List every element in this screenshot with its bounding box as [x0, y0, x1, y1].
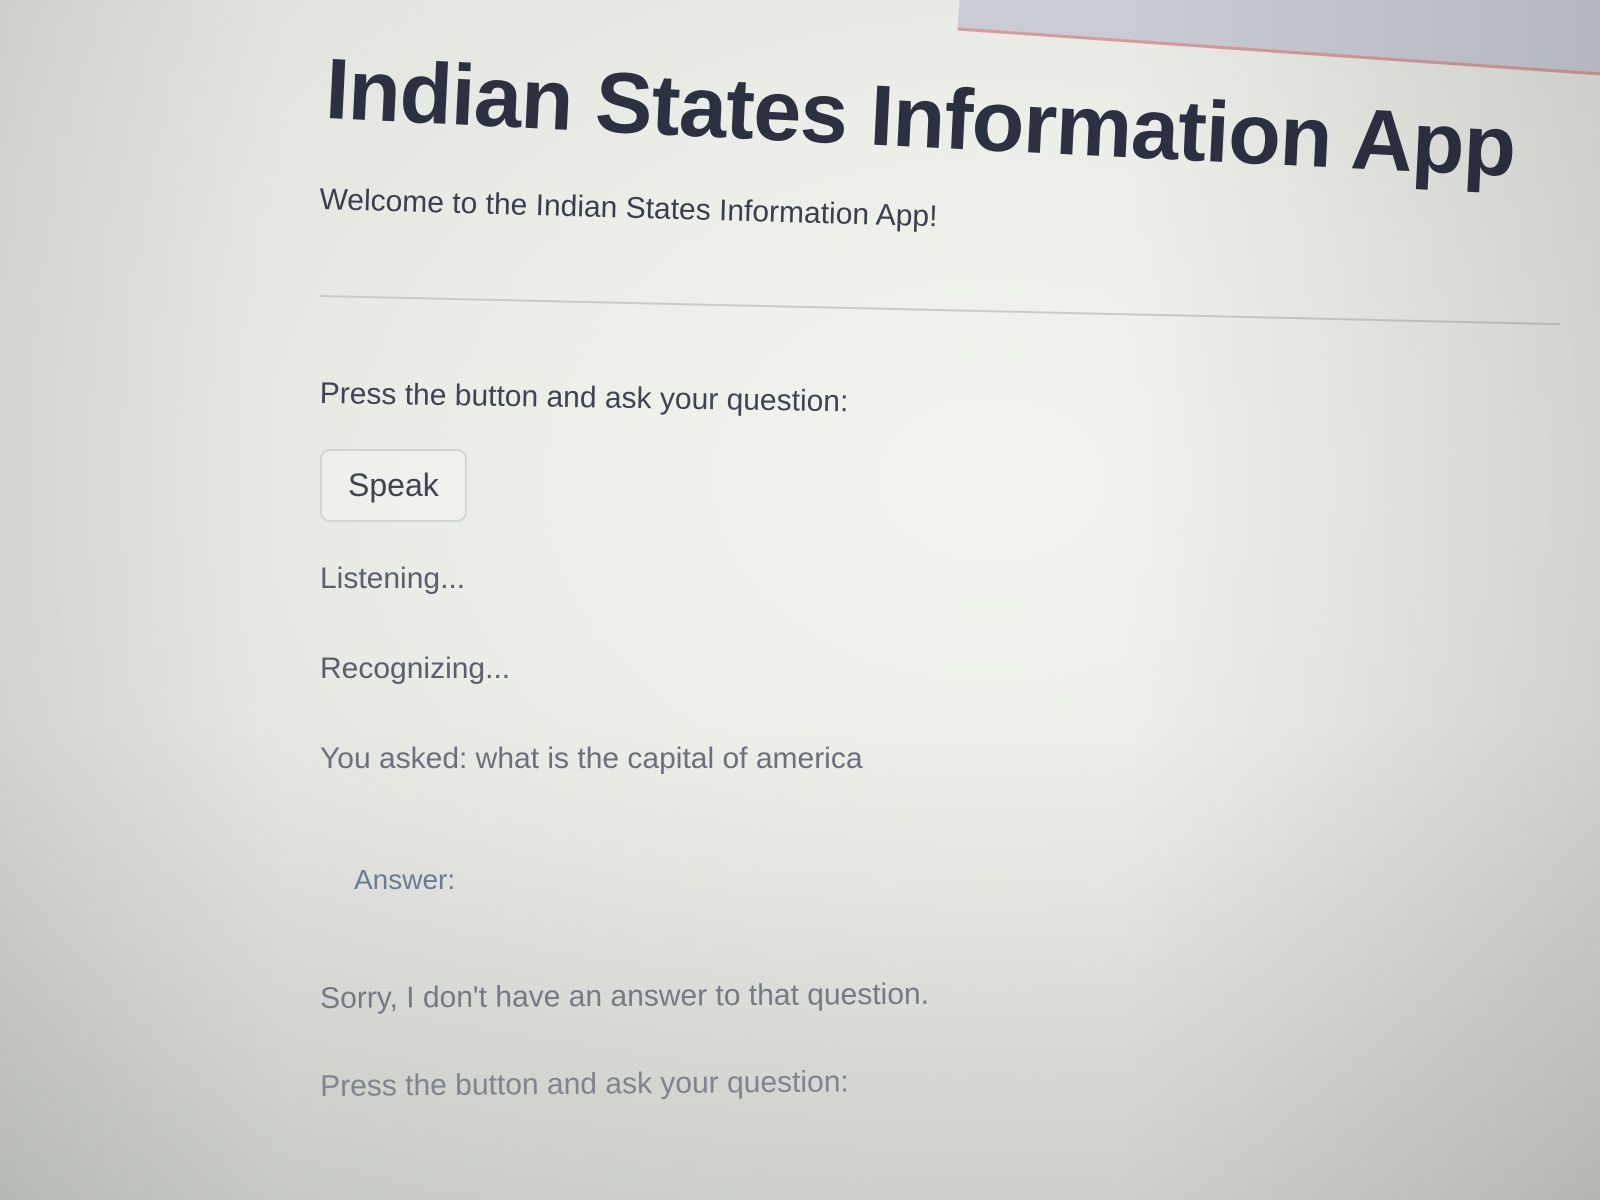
asked-question: You asked: what is the capital of americ…: [320, 742, 863, 775]
section-divider: [319, 295, 1560, 326]
question-prompt: Press the button and ask your question:: [319, 377, 849, 419]
speak-button[interactable]: Speak: [320, 449, 467, 522]
status-recognizing: Recognizing...: [320, 652, 511, 685]
status-listening: Listening...: [320, 562, 466, 595]
app-window: Indian States Information App Welcome to…: [0, 0, 1600, 1200]
welcome-text: Welcome to the Indian States Information…: [319, 183, 938, 234]
answer-label: Answer:: [354, 864, 456, 895]
question-prompt-repeat: Press the button and ask your question:: [320, 1065, 849, 1103]
main-content: Indian States Information App Welcome to…: [319, 40, 1560, 1104]
page-title: Indian States Information App: [323, 40, 1518, 196]
answer-text: Sorry, I don't have an answer to that qu…: [320, 977, 930, 1015]
